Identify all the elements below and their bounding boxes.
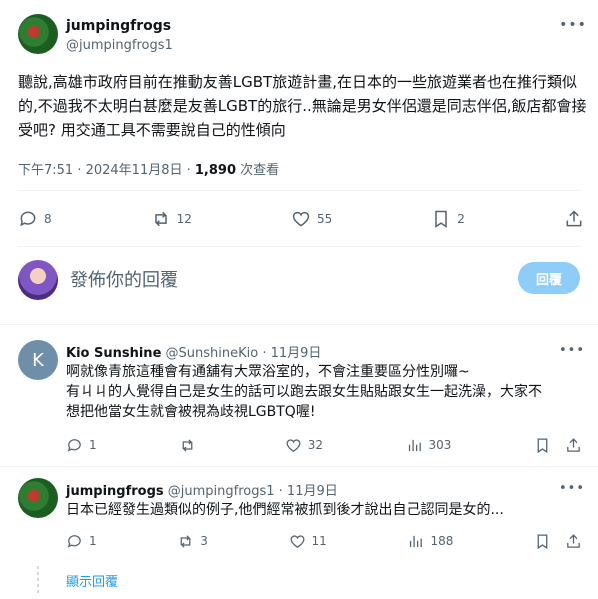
reply-author-handle[interactable]: @SunshineKio bbox=[166, 346, 259, 361]
tweet-timestamp[interactable]: 下午7:51 · 2024年11月8日 · bbox=[18, 163, 195, 178]
share-icon bbox=[566, 210, 582, 227]
reply-text: 啊就像青旅這種會有通舖有大眾浴室的，不會注重要區分性別囉~ 有ㄐㄐ的人覺得自己是… bbox=[66, 362, 592, 422]
reply-line: 日本已經發生過類似的例子,他們經常被抓到後才說出自己認同是女的... bbox=[66, 502, 504, 518]
reply-author-handle[interactable]: @jumpingfrogs1 bbox=[168, 484, 275, 499]
tweet-meta: 下午7:51 · 2024年11月8日 · 1,890 次查看 bbox=[18, 159, 279, 178]
heart-icon bbox=[290, 534, 304, 548]
bookmark-button[interactable]: 2 bbox=[431, 209, 465, 229]
like-count: 11 bbox=[311, 534, 327, 548]
reply-extra-actions bbox=[534, 533, 582, 550]
like-button[interactable]: 55 bbox=[291, 209, 332, 229]
reply-icon bbox=[67, 534, 81, 548]
divider bbox=[0, 466, 598, 467]
repost-count: 12 bbox=[176, 212, 192, 226]
share-icon[interactable] bbox=[565, 437, 582, 454]
reply-header: jumpingfrogs @jumpingfrogs1 · 11月9日 bbox=[66, 480, 338, 499]
view-count: 1,890 bbox=[194, 163, 237, 178]
reply-count: 1 bbox=[89, 534, 97, 548]
reply-avatar[interactable] bbox=[18, 478, 58, 518]
heart-icon bbox=[286, 438, 301, 452]
tweet-actions: 8 12 55 2 bbox=[18, 206, 584, 232]
heart-icon bbox=[292, 211, 310, 227]
more-options-icon[interactable]: ••• bbox=[559, 14, 586, 36]
divider bbox=[18, 246, 580, 247]
reply-button[interactable]: 8 bbox=[18, 209, 52, 229]
reply-avatar[interactable]: K bbox=[18, 340, 58, 380]
like-count: 32 bbox=[307, 438, 323, 452]
reply-input[interactable]: 發佈你的回覆 bbox=[70, 266, 178, 292]
reply-line: 有ㄐㄐ的人覺得自己是女生的話可以跑去跟女生貼貼跟女生一起洗澡，大家不 bbox=[66, 384, 542, 400]
views-button[interactable]: 303 bbox=[406, 437, 452, 454]
reply-header: Kio Sunshine @SunshineKio · 11月9日 bbox=[66, 342, 321, 361]
reply-button[interactable]: 1 bbox=[66, 437, 97, 454]
like-count: 55 bbox=[316, 212, 333, 226]
more-options-icon[interactable]: ••• bbox=[559, 478, 584, 498]
share-button[interactable] bbox=[564, 209, 584, 229]
reply-author-name[interactable]: Kio Sunshine bbox=[66, 346, 161, 361]
user-avatar[interactable] bbox=[18, 260, 58, 300]
divider bbox=[18, 190, 580, 191]
author-avatar[interactable] bbox=[18, 14, 58, 54]
repost-button[interactable] bbox=[179, 437, 202, 454]
reply-text: 日本已經發生過類似的例子,他們經常被抓到後才說出自己認同是女的... bbox=[66, 500, 592, 520]
reply-line: 啊就像青旅這種會有通舖有大眾浴室的，不會注重要區分性別囉~ bbox=[66, 364, 470, 380]
repost-count: 3 bbox=[200, 534, 208, 548]
bookmark-count: 2 bbox=[457, 212, 465, 226]
reply-actions: 1 32 303 bbox=[66, 434, 582, 456]
more-options-icon[interactable]: ••• bbox=[559, 340, 584, 360]
reply-icon bbox=[67, 438, 81, 452]
reply-author-name[interactable]: jumpingfrogs bbox=[66, 484, 164, 499]
views-button[interactable]: 188 bbox=[407, 533, 453, 550]
like-button[interactable]: 11 bbox=[289, 533, 327, 550]
analytics-icon bbox=[408, 439, 421, 451]
reply-actions: 1 3 11 188 bbox=[66, 530, 582, 552]
reply-line: 想把他當女生就會被視為歧視LGBTQ喔! bbox=[66, 404, 316, 420]
repost-icon bbox=[154, 211, 167, 227]
like-button[interactable]: 32 bbox=[285, 437, 323, 454]
view-count: 188 bbox=[430, 534, 454, 548]
repost-icon bbox=[182, 438, 193, 452]
show-replies-link[interactable]: 顯示回覆 bbox=[66, 571, 118, 590]
analytics-icon bbox=[410, 535, 423, 547]
thread-connector bbox=[37, 566, 39, 596]
repost-button[interactable]: 3 bbox=[177, 533, 208, 550]
reply-date[interactable]: · 11月9日 bbox=[258, 346, 321, 361]
reply-button[interactable]: 1 bbox=[66, 533, 97, 550]
reply-count: 8 bbox=[44, 212, 52, 226]
divider bbox=[0, 324, 598, 325]
repost-icon bbox=[180, 534, 191, 548]
repost-button[interactable]: 12 bbox=[151, 209, 192, 229]
view-count: 303 bbox=[428, 438, 452, 452]
view-label: 次查看 bbox=[236, 163, 280, 178]
bookmark-icon[interactable] bbox=[534, 437, 551, 454]
bookmark-icon[interactable] bbox=[534, 533, 551, 550]
reply-date[interactable]: · 11月9日 bbox=[275, 484, 338, 499]
author-handle[interactable]: @jumpingfrogs1 bbox=[66, 38, 173, 53]
tweet-text: 聽說,高雄市政府目前在推動友善LGBT旅遊計畫,在日本的一些旅遊業者也在推行類似… bbox=[18, 73, 587, 139]
reply-count: 1 bbox=[89, 438, 97, 452]
reply-icon bbox=[20, 211, 36, 227]
author-name[interactable]: jumpingfrogs bbox=[66, 18, 171, 34]
bookmark-icon bbox=[435, 210, 448, 228]
reply-extra-actions bbox=[534, 437, 582, 454]
share-icon[interactable] bbox=[565, 533, 582, 550]
reply-submit-button[interactable]: 回覆 bbox=[518, 262, 580, 294]
